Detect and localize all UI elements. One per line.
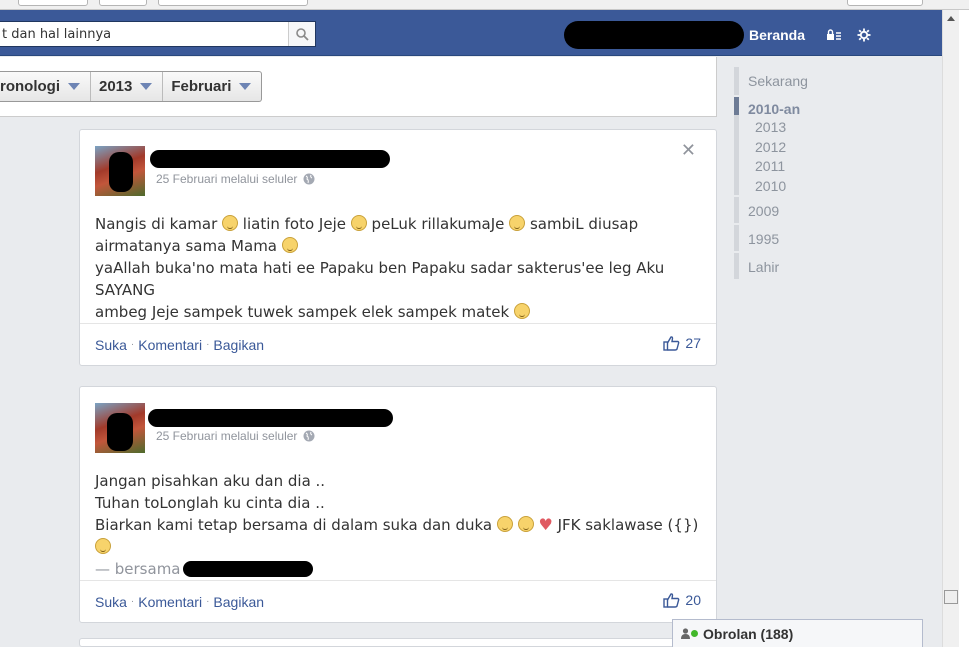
post-text-segment: JFK saklawase ({}) bbox=[557, 516, 699, 534]
globe-icon bbox=[303, 430, 315, 442]
chevron-down-icon bbox=[140, 83, 153, 90]
top-navigation-bar: Beranda bbox=[0, 10, 942, 56]
post-text-segment: peLuk rillakumaJe bbox=[371, 215, 505, 233]
post-text-segment: airmatanya sama Mama bbox=[95, 237, 277, 255]
scrubber-year[interactable]: 2012 bbox=[755, 139, 786, 155]
scrubber-born[interactable]: Lahir bbox=[748, 259, 779, 275]
globe-icon bbox=[303, 173, 315, 185]
browser-tab[interactable] bbox=[99, 0, 147, 6]
scrubber-year[interactable]: 2013 bbox=[755, 119, 786, 135]
post-text-segment: yaAllah buka'no mata hati ee Papaku ben … bbox=[95, 259, 665, 299]
post-text-segment: Tuhan toLonglah ku cinta dia .. bbox=[95, 494, 325, 512]
wink-emoji-icon bbox=[95, 538, 111, 554]
like-count-value: 27 bbox=[685, 335, 701, 351]
page-scrollbar[interactable] bbox=[942, 10, 959, 647]
crying-emoji-icon bbox=[281, 237, 298, 253]
search-button[interactable] bbox=[288, 22, 315, 46]
post-timestamp[interactable]: 25 Februari melalui seluler bbox=[156, 429, 297, 443]
privacy-shortcuts-icon[interactable] bbox=[826, 29, 842, 41]
post-text: Nangis di kamar liatin foto Jeje peLuk r… bbox=[95, 213, 705, 323]
browser-tab[interactable] bbox=[847, 0, 923, 6]
scrubber-decade[interactable]: 2010-an bbox=[748, 101, 800, 117]
avatar[interactable] bbox=[95, 403, 145, 453]
timeline-filter-bar: ronologi 2013 Februari bbox=[0, 71, 263, 102]
post-actions: Suka · Komentari · Bagikan 27 bbox=[80, 323, 716, 365]
close-icon[interactable]: ✕ bbox=[681, 142, 696, 160]
month-dropdown-label: Februari bbox=[171, 78, 232, 95]
thumbs-up-icon bbox=[663, 336, 680, 351]
smile-emoji-icon bbox=[496, 516, 513, 532]
author-name-redacted[interactable] bbox=[148, 409, 393, 427]
timeline-header: ronologi 2013 Februari bbox=[0, 57, 717, 117]
chevron-down-icon bbox=[239, 83, 252, 90]
like-link[interactable]: Suka bbox=[95, 594, 127, 610]
timeline-post: 25 Februari melalui seluler Jangan pisah… bbox=[79, 386, 717, 623]
browser-tab[interactable] bbox=[158, 0, 308, 6]
month-dropdown[interactable]: Februari bbox=[162, 72, 261, 101]
share-link[interactable]: Bagikan bbox=[213, 594, 264, 610]
timeline-dropdown-label: ronologi bbox=[0, 78, 60, 95]
share-link[interactable]: Bagikan bbox=[213, 337, 264, 353]
post-actions: Suka · Komentari · Bagikan 20 bbox=[80, 580, 716, 622]
window-edge bbox=[959, 10, 969, 647]
post-text-segment: Jangan pisahkan aku dan dia .. bbox=[95, 472, 326, 490]
timeline-dropdown[interactable]: ronologi bbox=[0, 72, 90, 101]
tagged-friend-redacted[interactable] bbox=[182, 561, 313, 577]
next-post-peek bbox=[79, 638, 717, 647]
search-box bbox=[0, 21, 316, 47]
chat-bar[interactable]: Obrolan (188) bbox=[672, 619, 923, 647]
online-status-icon bbox=[691, 630, 698, 637]
chevron-down-icon bbox=[68, 83, 80, 90]
crying-emoji-icon bbox=[509, 215, 526, 231]
post-text: Jangan pisahkan aku dan dia .. Tuhan toL… bbox=[95, 470, 705, 580]
comment-link[interactable]: Komentari bbox=[138, 594, 202, 610]
separator-dot: · bbox=[206, 339, 210, 350]
post-text-segment: Nangis di kamar bbox=[95, 215, 218, 233]
post-meta: 25 Februari melalui seluler bbox=[156, 429, 315, 443]
thumbs-up-icon bbox=[663, 593, 680, 608]
avatar[interactable] bbox=[95, 146, 145, 196]
profile-name-redacted[interactable] bbox=[564, 21, 744, 49]
scrubber-now[interactable]: Sekarang bbox=[748, 73, 808, 89]
year-dropdown-label: 2013 bbox=[99, 78, 133, 95]
post-timestamp[interactable]: 25 Februari melalui seluler bbox=[156, 172, 297, 186]
scroll-up-arrow[interactable] bbox=[943, 10, 959, 26]
crying-emoji-icon bbox=[513, 303, 530, 319]
post-text-segment: ambeg Jeje sampek tuwek sampek elek samp… bbox=[95, 303, 510, 321]
person-icon bbox=[681, 628, 690, 639]
home-link[interactable]: Beranda bbox=[749, 27, 805, 43]
timeline-post: 25 Februari melalui seluler ✕ Nangis di … bbox=[79, 129, 717, 366]
author-name-redacted[interactable] bbox=[150, 150, 390, 168]
scrubber-year[interactable]: 2011 bbox=[755, 158, 785, 174]
scrubber-year[interactable]: 1995 bbox=[748, 231, 779, 247]
search-icon bbox=[295, 27, 309, 41]
separator-dot: · bbox=[130, 339, 135, 350]
chat-label: Obrolan (188) bbox=[703, 625, 794, 642]
post-text-segment: liatin foto Jeje bbox=[242, 215, 346, 233]
search-input[interactable] bbox=[0, 22, 285, 46]
post-text-segment: sambiL diusap bbox=[529, 215, 639, 233]
like-link[interactable]: Suka bbox=[95, 337, 127, 353]
scrubber-year[interactable]: 2010 bbox=[755, 178, 786, 194]
crying-emoji-icon bbox=[350, 215, 367, 231]
separator-dot: · bbox=[206, 596, 210, 607]
crying-emoji-icon bbox=[222, 215, 239, 231]
like-count[interactable]: 20 bbox=[663, 592, 701, 608]
like-count-value: 20 bbox=[685, 592, 701, 608]
like-count[interactable]: 27 bbox=[663, 335, 701, 351]
chevron-up-icon bbox=[947, 15, 955, 21]
comment-link[interactable]: Komentari bbox=[138, 337, 202, 353]
post-text-segment: Biarkan kami tetap bersama di dalam suka… bbox=[95, 516, 493, 534]
wink-emoji-icon bbox=[517, 516, 534, 532]
year-dropdown[interactable]: 2013 bbox=[90, 72, 162, 101]
browser-toolbar-strip bbox=[0, 0, 969, 10]
heart-icon: ♥ bbox=[538, 515, 553, 534]
gear-icon[interactable] bbox=[857, 28, 871, 42]
scrubber-year[interactable]: 2009 bbox=[748, 203, 779, 219]
scrollbar-thumb[interactable] bbox=[944, 590, 958, 604]
browser-tab[interactable] bbox=[18, 0, 88, 6]
tagged-with-text: — bersama bbox=[95, 560, 181, 578]
post-meta: 25 Februari melalui seluler bbox=[156, 172, 315, 186]
separator-dot: · bbox=[130, 596, 135, 607]
